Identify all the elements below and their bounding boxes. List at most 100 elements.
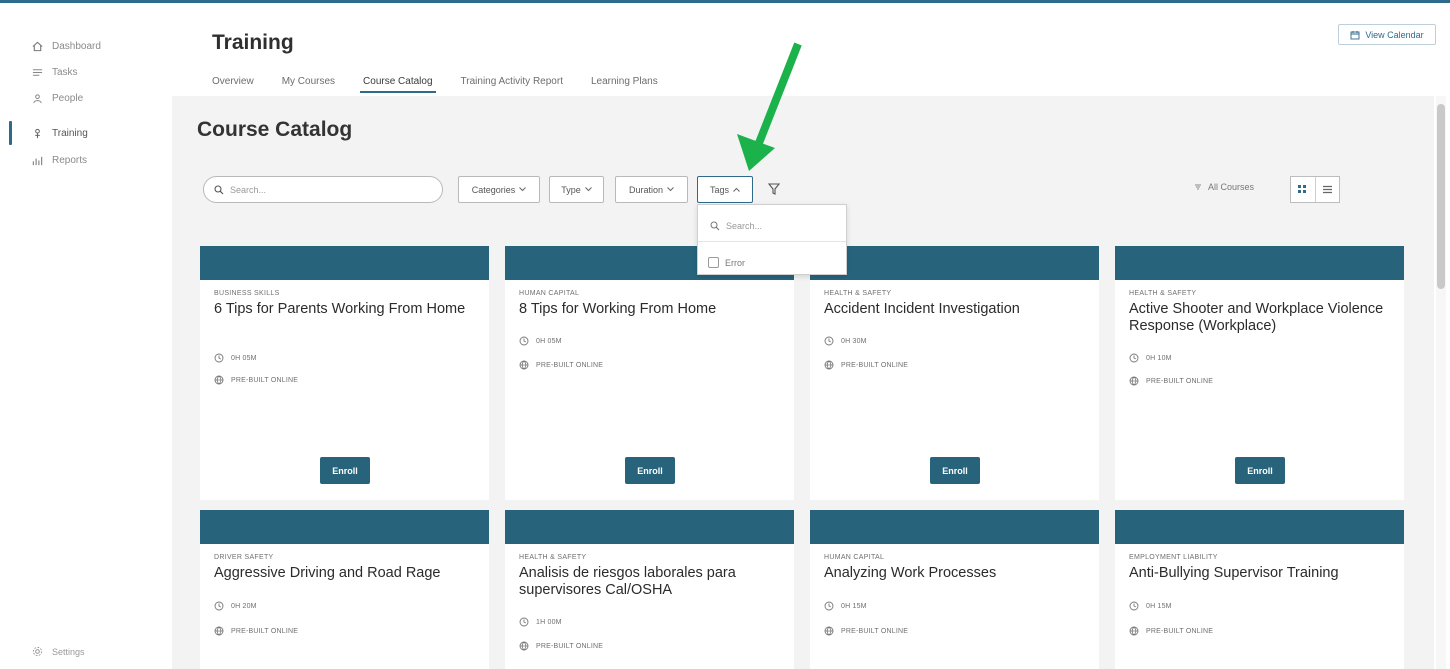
chevron-down-icon	[667, 187, 674, 192]
dropdown-divider	[698, 241, 846, 242]
chevron-down-icon	[584, 187, 592, 192]
course-format: PRE-BUILT ONLINE	[1129, 626, 1213, 636]
course-format: PRE-BUILT ONLINE	[519, 641, 603, 651]
duration-text: 0H 20M	[231, 602, 257, 610]
view-toggle	[1290, 176, 1340, 203]
type-filter-button[interactable]: Type	[549, 176, 604, 203]
card-banner	[810, 246, 1099, 280]
course-format: PRE-BUILT ONLINE	[214, 626, 298, 636]
catalog-title: Course Catalog	[197, 118, 353, 141]
list-icon	[32, 68, 43, 76]
sort-icon	[1195, 184, 1201, 190]
course-format: PRE-BUILT ONLINE	[824, 626, 908, 636]
course-category: EMPLOYMENT LIABILITY	[1129, 554, 1218, 561]
tab-course-catalog[interactable]: Course Catalog	[360, 66, 437, 96]
course-category: HEALTH & SAFETY	[1129, 290, 1197, 297]
categories-filter-button[interactable]: Categories	[458, 176, 540, 203]
course-title[interactable]: Aggressive Driving and Road Rage	[214, 565, 479, 582]
sidebar-item-label: Reports	[52, 154, 88, 166]
course-duration: 0H 15M	[824, 601, 867, 611]
globe-icon	[1129, 376, 1139, 386]
globe-icon	[214, 626, 224, 636]
sidebar-item-label: Dashboard	[52, 40, 101, 52]
course-card: EMPLOYMENT LIABILITY Anti-Bullying Super…	[1115, 510, 1404, 669]
format-text: PRE-BUILT ONLINE	[536, 361, 604, 369]
course-title[interactable]: Analisis de riesgos laborales para super…	[519, 565, 784, 599]
clock-icon	[1129, 353, 1139, 363]
sidebar-item-people[interactable]: People	[32, 90, 83, 106]
tab-training-activity-report[interactable]: Training Activity Report	[461, 66, 563, 96]
enroll-button[interactable]: Enroll	[930, 457, 980, 484]
globe-icon	[519, 641, 529, 651]
globe-icon	[214, 375, 224, 385]
view-calendar-button[interactable]: View Calendar	[1338, 24, 1436, 45]
course-title[interactable]: Anti-Bullying Supervisor Training	[1129, 565, 1394, 582]
sidebar-active-indicator	[9, 121, 12, 145]
sidebar-item-dashboard[interactable]: Dashboard	[32, 38, 101, 54]
filter-funnel-icon[interactable]	[767, 182, 781, 196]
duration-text: 0H 15M	[1146, 602, 1172, 610]
tab-my-courses[interactable]: My Courses	[282, 66, 335, 96]
settings-label: Settings	[52, 646, 85, 657]
course-category: HUMAN CAPITAL	[824, 554, 885, 561]
enroll-button[interactable]: Enroll	[625, 457, 675, 484]
tab-learning-plans[interactable]: Learning Plans	[591, 66, 658, 96]
course-format: PRE-BUILT ONLINE	[824, 360, 908, 370]
annotation-arrow-icon	[737, 42, 802, 171]
duration-filter-button[interactable]: Duration	[615, 176, 688, 203]
course-category: BUSINESS SKILLS	[214, 290, 280, 297]
search-placeholder: Search...	[230, 184, 267, 195]
tags-search-input[interactable]: Search...	[710, 221, 762, 231]
training-icon	[35, 128, 40, 138]
enroll-button[interactable]: Enroll	[320, 457, 370, 484]
grid-view-button[interactable]	[1291, 177, 1315, 202]
scrollbar-thumb[interactable]	[1437, 104, 1445, 289]
tag-option-label: Error	[725, 257, 745, 268]
format-text: PRE-BUILT ONLINE	[536, 642, 604, 650]
format-text: PRE-BUILT ONLINE	[1146, 377, 1214, 385]
tags-search-placeholder: Search...	[726, 221, 763, 231]
tab-overview[interactable]: Overview	[212, 66, 254, 96]
sidebar-item-label: People	[52, 92, 84, 104]
card-banner	[200, 246, 489, 280]
tab-bar: Overview My Courses Course Catalog Train…	[212, 66, 686, 96]
format-text: PRE-BUILT ONLINE	[841, 627, 909, 635]
course-duration: 1H 00M	[519, 617, 562, 627]
sidebar-item-reports[interactable]: Reports	[32, 152, 87, 168]
catalog-search-input[interactable]: Search...	[203, 176, 443, 203]
course-title[interactable]: Analyzing Work Processes	[824, 565, 1089, 582]
clock-icon	[519, 336, 529, 346]
chart-icon	[32, 156, 43, 165]
tags-filter-button[interactable]: Tags	[697, 176, 753, 203]
calendar-icon	[1350, 30, 1360, 39]
page-title: Training	[212, 31, 294, 54]
course-title[interactable]: Active Shooter and Workplace Violence Re…	[1129, 301, 1394, 335]
sidebar: Dashboard Tasks People Training Reports …	[0, 3, 170, 669]
enroll-button[interactable]: Enroll	[1235, 457, 1285, 484]
card-banner	[810, 510, 1099, 544]
course-duration: 0H 30M	[824, 336, 867, 346]
all-courses-filter[interactable]: All Courses	[1194, 182, 1254, 192]
course-title[interactable]: 8 Tips for Working From Home	[519, 301, 784, 318]
tag-checkbox[interactable]	[708, 257, 719, 268]
course-format: PRE-BUILT ONLINE	[214, 375, 298, 385]
clock-icon	[824, 336, 834, 346]
course-format: PRE-BUILT ONLINE	[1129, 376, 1213, 386]
card-banner	[1115, 246, 1404, 280]
top-accent-line	[0, 0, 1450, 3]
tag-option-error[interactable]: Error	[708, 257, 745, 268]
list-view-icon	[1322, 185, 1332, 194]
all-courses-label: All Courses	[1208, 182, 1255, 192]
sidebar-item-tasks[interactable]: Tasks	[32, 64, 78, 80]
globe-icon	[1129, 626, 1139, 636]
format-text: PRE-BUILT ONLINE	[1146, 627, 1214, 635]
list-view-button[interactable]	[1314, 177, 1340, 202]
home-icon	[32, 41, 43, 51]
sidebar-item-training[interactable]: Training	[32, 125, 88, 141]
sidebar-item-settings[interactable]: Settings	[32, 646, 85, 657]
course-category: HEALTH & SAFETY	[824, 290, 892, 297]
course-title[interactable]: 6 Tips for Parents Working From Home	[214, 301, 479, 318]
duration-label: Duration	[628, 184, 664, 195]
course-category: DRIVER SAFETY	[214, 554, 274, 561]
course-title[interactable]: Accident Incident Investigation	[824, 301, 1089, 318]
